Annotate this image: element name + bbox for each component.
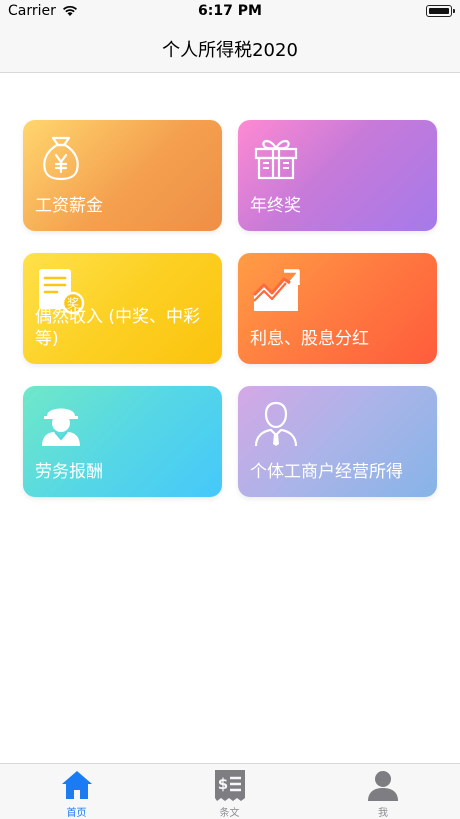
status-time: 6:17 PM bbox=[198, 3, 262, 19]
tab-bar: 首页 $ 条文 我 bbox=[0, 763, 460, 819]
page-title: 个人所得税2020 bbox=[162, 40, 298, 61]
navigation-bar: 个人所得税2020 bbox=[0, 24, 460, 73]
card-incidental-income-label: 偶然收入 (中奖、中彩等) bbox=[35, 307, 201, 349]
tab-articles-label: 条文 bbox=[219, 808, 240, 819]
gift-box-icon bbox=[254, 139, 298, 180]
status-bar: Carrier 6:17 PM bbox=[0, 0, 460, 24]
card-interest-dividends[interactable]: 利息、股息分红 bbox=[238, 253, 437, 364]
svg-text:$: $ bbox=[217, 775, 227, 793]
card-labor-remuneration[interactable]: 劳务报酬 bbox=[23, 386, 222, 497]
card-interest-dividends-label: 利息、股息分红 bbox=[250, 329, 369, 349]
worker-icon bbox=[42, 408, 80, 446]
home-icon bbox=[61, 771, 92, 799]
receipt-icon: $ bbox=[214, 770, 245, 801]
card-individual-business[interactable]: 个体工商户经营所得 bbox=[238, 386, 437, 497]
user-icon bbox=[368, 771, 398, 801]
card-year-end-bonus[interactable]: 年终奖 bbox=[238, 120, 437, 231]
battery-icon bbox=[426, 5, 455, 17]
tab-me[interactable]: 我 bbox=[306, 764, 460, 819]
tab-me-label: 我 bbox=[378, 808, 388, 819]
card-incidental-income[interactable]: 奖 偶然收入 (中奖、中彩等) bbox=[23, 253, 222, 364]
trend-chart-icon bbox=[252, 269, 300, 311]
tab-articles[interactable]: $ 条文 bbox=[153, 764, 306, 819]
card-salary-label: 工资薪金 bbox=[35, 196, 103, 216]
card-year-end-bonus-label: 年终奖 bbox=[250, 196, 301, 216]
tab-home-label: 首页 bbox=[66, 808, 87, 819]
money-bag-icon bbox=[43, 136, 79, 181]
card-individual-business-label: 个体工商户经营所得 bbox=[250, 462, 403, 482]
tab-home[interactable]: 首页 bbox=[0, 764, 153, 819]
businessman-icon bbox=[254, 401, 298, 447]
card-salary[interactable]: 工资薪金 bbox=[23, 120, 222, 231]
card-labor-remuneration-label: 劳务报酬 bbox=[35, 462, 103, 482]
